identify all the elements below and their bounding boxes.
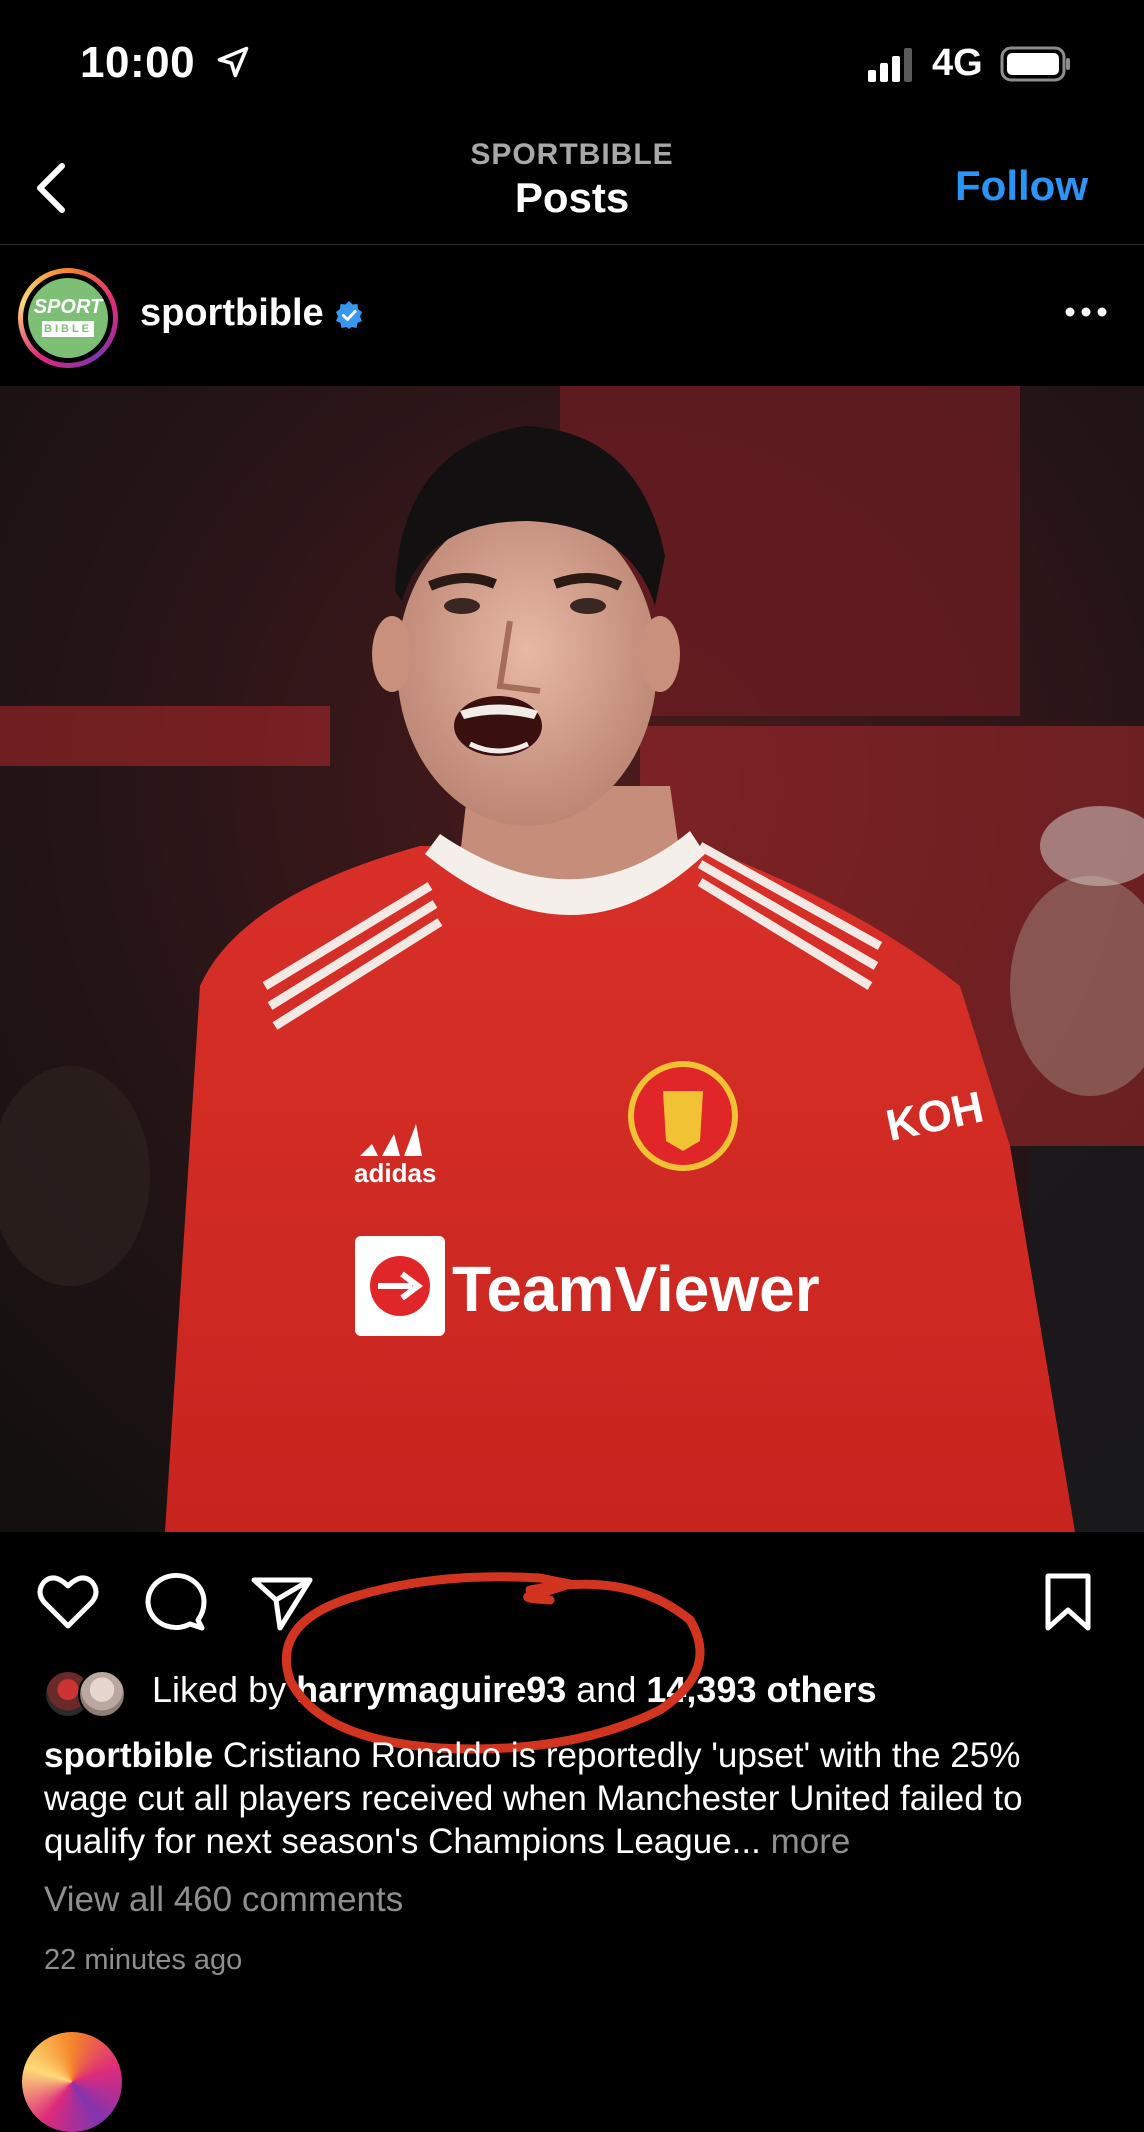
avatar-logo-sport: SPORT (33, 296, 103, 318)
next-post-avatar[interactable] (22, 2032, 122, 2132)
caption-more-link[interactable]: more (771, 1822, 851, 1861)
signal-bars-icon (868, 48, 912, 82)
posts-header: SPORTBIBLE Posts Follow (0, 130, 1144, 245)
caption-username[interactable]: sportbible (44, 1736, 213, 1775)
avatar[interactable]: SPORT BIBLE (18, 268, 118, 368)
verified-badge-icon (336, 301, 362, 329)
sponsor-text: TeamViewer (452, 1253, 820, 1325)
follow-button[interactable]: Follow (955, 162, 1088, 210)
comment-bubble-icon[interactable] (144, 1570, 208, 1634)
heart-icon[interactable] (36, 1570, 100, 1634)
post-caption: sportbible Cristiano Ronaldo is reported… (44, 1734, 1104, 1863)
bookmark-icon[interactable] (1036, 1570, 1100, 1634)
liker-avatars (44, 1668, 132, 1719)
liker-avatar (78, 1670, 126, 1719)
adidas-logo-text: adidas (354, 1158, 436, 1188)
post-timestamp: 22 minutes ago (44, 1944, 243, 1976)
post-image: adidas TeamViewer KOH (0, 386, 1144, 1532)
post-photo[interactable]: adidas TeamViewer KOH (0, 386, 1144, 1532)
status-time: 10:00 (80, 38, 196, 87)
more-dots-icon[interactable] (1064, 304, 1108, 320)
post-username[interactable]: sportbible (140, 292, 324, 335)
post-header: SPORT BIBLE sportbible (0, 244, 1144, 386)
status-bar: 10:00 4G (0, 0, 1144, 130)
avatar-logo-bible: BIBLE (42, 321, 94, 337)
annotation-circle (281, 1572, 705, 1754)
network-label: 4G (932, 42, 983, 84)
likes-prefix: Liked by (152, 1669, 287, 1710)
battery-icon (1000, 46, 1070, 82)
view-comments-link[interactable]: View all 460 comments (44, 1880, 403, 1920)
location-arrow-icon (217, 46, 249, 78)
